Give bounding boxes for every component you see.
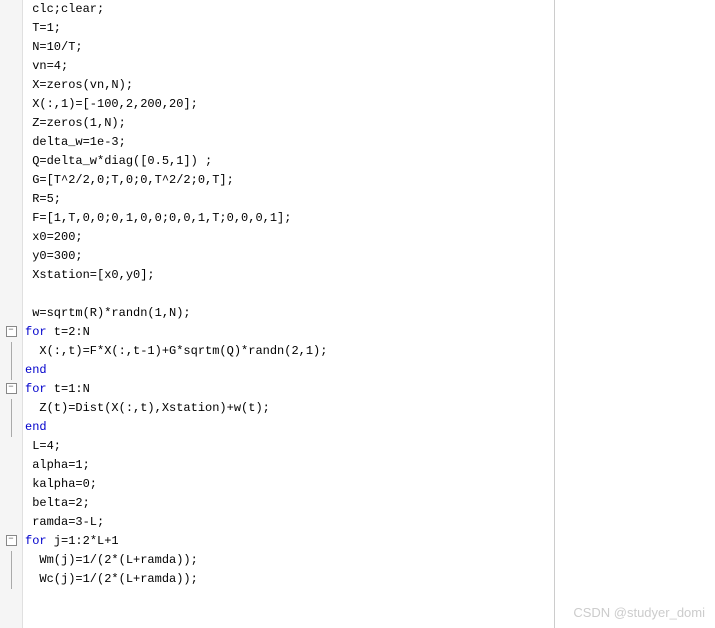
gutter-line: [0, 247, 22, 266]
gutter-line: [0, 570, 22, 589]
code-line[interactable]: for j=1:2*L+1: [25, 532, 554, 551]
gutter-line: [0, 342, 22, 361]
keyword: for: [25, 382, 47, 396]
gutter-line: [0, 171, 22, 190]
fold-guide: [11, 342, 12, 361]
keyword: end: [25, 420, 47, 434]
code-line[interactable]: end: [25, 418, 554, 437]
fold-minus-icon[interactable]: −: [6, 326, 17, 337]
gutter-line: [0, 285, 22, 304]
code-line[interactable]: Q=delta_w*diag([0.5,1]) ;: [25, 152, 554, 171]
gutter-line: −: [0, 532, 22, 551]
gutter-line: [0, 114, 22, 133]
code-line[interactable]: G=[T^2/2,0;T,0;0,T^2/2;0,T];: [25, 171, 554, 190]
fold-guide: [11, 418, 12, 437]
fold-guide: [11, 399, 12, 418]
code-line[interactable]: w=sqrtm(R)*randn(1,N);: [25, 304, 554, 323]
code-line[interactable]: Z(t)=Dist(X(:,t),Xstation)+w(t);: [25, 399, 554, 418]
code-line[interactable]: Z=zeros(1,N);: [25, 114, 554, 133]
code-line[interactable]: X(:,t)=F*X(:,t-1)+G*sqrtm(Q)*randn(2,1);: [25, 342, 554, 361]
fold-guide: [11, 551, 12, 570]
fold-minus-icon[interactable]: −: [6, 535, 17, 546]
fold-minus-icon[interactable]: −: [6, 383, 17, 394]
code-line[interactable]: belta=2;: [25, 494, 554, 513]
gutter-line: [0, 38, 22, 57]
gutter-line: [0, 190, 22, 209]
gutter-line: [0, 513, 22, 532]
watermark-text: CSDN @studyer_domi: [573, 605, 705, 620]
code-line[interactable]: X(:,1)=[-100,2,200,20];: [25, 95, 554, 114]
code-line[interactable]: X=zeros(vn,N);: [25, 76, 554, 95]
code-line[interactable]: for t=2:N: [25, 323, 554, 342]
gutter-line: [0, 57, 22, 76]
keyword: for: [25, 325, 47, 339]
gutter-line: [0, 19, 22, 38]
gutter-line: [0, 95, 22, 114]
code-line[interactable]: Wc(j)=1/(2*(L+ramda));: [25, 570, 554, 589]
code-line[interactable]: y0=300;: [25, 247, 554, 266]
gutter-line: [0, 152, 22, 171]
gutter-line: [0, 76, 22, 95]
gutter-line: [0, 399, 22, 418]
gutter-line: −: [0, 323, 22, 342]
code-line[interactable]: for t=1:N: [25, 380, 554, 399]
gutter-line: [0, 418, 22, 437]
code-line[interactable]: R=5;: [25, 190, 554, 209]
gutter-line: [0, 209, 22, 228]
code-line[interactable]: N=10/T;: [25, 38, 554, 57]
keyword: end: [25, 363, 47, 377]
code-line[interactable]: x0=200;: [25, 228, 554, 247]
keyword: for: [25, 534, 47, 548]
code-line[interactable]: alpha=1;: [25, 456, 554, 475]
gutter-line: [0, 437, 22, 456]
code-line[interactable]: F=[1,T,0,0;0,1,0,0;0,0,1,T;0,0,0,1];: [25, 209, 554, 228]
gutter-line: [0, 475, 22, 494]
code-line[interactable]: Xstation=[x0,y0];: [25, 266, 554, 285]
code-line[interactable]: kalpha=0;: [25, 475, 554, 494]
gutter-line: [0, 228, 22, 247]
gutter-line: [0, 551, 22, 570]
gutter-line: [0, 133, 22, 152]
code-line[interactable]: clc;clear;: [25, 0, 554, 19]
gutter-line: [0, 266, 22, 285]
code-line[interactable]: vn=4;: [25, 57, 554, 76]
code-line[interactable]: delta_w=1e-3;: [25, 133, 554, 152]
gutter-line: [0, 0, 22, 19]
code-line[interactable]: T=1;: [25, 19, 554, 38]
code-line[interactable]: [25, 285, 554, 304]
code-line[interactable]: Wm(j)=1/(2*(L+ramda));: [25, 551, 554, 570]
code-area[interactable]: clc;clear; T=1; N=10/T; vn=4; X=zeros(vn…: [23, 0, 554, 628]
gutter-line: [0, 494, 22, 513]
code-line[interactable]: end: [25, 361, 554, 380]
editor-container: − − − clc;clear; T=1; N=10/T; vn=4; X=zero…: [0, 0, 555, 628]
fold-guide: [11, 570, 12, 589]
code-line[interactable]: ramda=3-L;: [25, 513, 554, 532]
fold-guide: [11, 361, 12, 380]
gutter: − − −: [0, 0, 23, 628]
code-line[interactable]: L=4;: [25, 437, 554, 456]
gutter-line: [0, 361, 22, 380]
gutter-line: −: [0, 380, 22, 399]
gutter-line: [0, 456, 22, 475]
gutter-line: [0, 304, 22, 323]
